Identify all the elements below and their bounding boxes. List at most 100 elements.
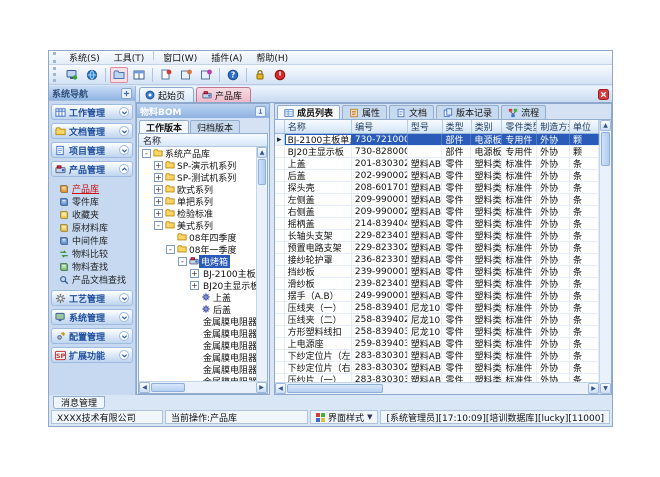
- cell-零件类型[interactable]: 标准件: [502, 182, 537, 193]
- table-vertical-scrollbar[interactable]: ▲ ▼: [599, 120, 611, 394]
- cell-类别[interactable]: 塑料类: [471, 350, 502, 361]
- bom-tab-归档版本[interactable]: 归档版本: [190, 120, 240, 133]
- doc-badge2-button[interactable]: [177, 67, 195, 83]
- cell-名称[interactable]: 上电源座: [285, 338, 352, 349]
- sidebar-pin-button[interactable]: [121, 88, 132, 99]
- sidebar-item-收藏夹[interactable]: 收藏夹: [51, 208, 133, 221]
- doc-badge-button[interactable]: [157, 67, 175, 83]
- menu-插件[interactable]: 插件(A): [204, 50, 249, 65]
- cell-名称[interactable]: 摇柄盖: [285, 218, 352, 229]
- document-tab-产品库[interactable]: 产品库: [196, 87, 251, 102]
- tree-node-SP-演示机系列[interactable]: +SP-演示机系列: [139, 159, 256, 171]
- table-row[interactable]: 探头壳208-601701-01E塑料ABS零件塑料类标准件外协条: [275, 182, 599, 194]
- cell-制造方式[interactable]: 外协: [537, 218, 570, 229]
- table-row[interactable]: 接纱轮护罩236-823301-00E塑料ABS零件塑料类标准件外协条: [275, 254, 599, 266]
- tree-node-上盖[interactable]: 上盖: [139, 291, 256, 303]
- cell-型号[interactable]: 塑料ABS: [408, 350, 443, 361]
- table-row[interactable]: 滑纱板239-823401-00E塑料ABS零件塑料类标准件外协条: [275, 278, 599, 290]
- column-header-制造方式[interactable]: 制造方式: [537, 120, 570, 133]
- sidebar-group-产品管理[interactable]: 产品管理: [51, 161, 133, 177]
- chevron-down-icon[interactable]: [119, 126, 129, 136]
- cell-型号[interactable]: 塑料ABS: [408, 254, 443, 265]
- table-row[interactable]: 压线夹（一）258-839401-00E尼龙1010零件塑料类标准件外协条: [275, 302, 599, 314]
- cell-编号[interactable]: 201-830302-00E: [352, 158, 408, 169]
- row-selector-gutter[interactable]: [275, 194, 285, 205]
- cell-名称[interactable]: 摆手（A.B）: [285, 290, 352, 301]
- cell-类型[interactable]: 零件: [442, 278, 471, 289]
- tree-expand-expand-icon[interactable]: +: [190, 269, 199, 278]
- chevron-down-icon[interactable]: [119, 331, 129, 341]
- cell-零件类型[interactable]: 标准件: [502, 170, 537, 181]
- cell-制造方式[interactable]: 外协: [537, 206, 570, 217]
- tree-node-金属膜电阻器[interactable]: 金属膜电阻器: [139, 339, 256, 351]
- cell-零件类型[interactable]: 标准件: [502, 362, 537, 373]
- cell-名称[interactable]: 后盖: [285, 170, 352, 181]
- table-row[interactable]: 压纱片（一）283-830303-00E塑料ABS零件塑料类标准件外协条: [275, 374, 599, 382]
- cell-编号[interactable]: 730-721000-12E: [352, 134, 408, 145]
- table-row[interactable]: 右侧盖209-990002-01E塑料ABS零件塑料类标准件外协条: [275, 206, 599, 218]
- tree-node-金属膜电阻器[interactable]: 金属膜电阻器: [139, 315, 256, 327]
- sidebar-group-工作管理[interactable]: 工作管理: [51, 104, 133, 120]
- tree-expand-expand-icon[interactable]: +: [154, 173, 163, 182]
- member-tab-流程[interactable]: 流程: [501, 105, 546, 119]
- cell-单位[interactable]: 颗: [570, 134, 599, 145]
- cell-编号[interactable]: 259-839403-00E: [352, 338, 408, 349]
- table-row[interactable]: BJ20主显示板730-828000-04E部件电源板专用件外协颗: [275, 146, 599, 158]
- table-row[interactable]: 上盖201-830302-00E塑料ABS零件塑料类标准件外协条: [275, 158, 599, 170]
- tree-column-header[interactable]: 名称: [139, 134, 267, 147]
- cell-制造方式[interactable]: 外协: [537, 146, 570, 157]
- row-selector-gutter[interactable]: [275, 266, 285, 277]
- cell-型号[interactable]: 尼龙1010: [408, 302, 443, 313]
- cell-零件类型[interactable]: 标准件: [502, 218, 537, 229]
- cell-类型[interactable]: 零件: [442, 338, 471, 349]
- column-header-零件类型[interactable]: 零件类型: [502, 120, 537, 133]
- cell-编号[interactable]: 258-839402-00E: [352, 314, 408, 325]
- chevron-down-icon[interactable]: [119, 312, 129, 322]
- cell-名称[interactable]: 方形塑料线扣: [285, 326, 352, 337]
- row-selector-gutter[interactable]: [275, 350, 285, 361]
- cell-类型[interactable]: 零件: [442, 182, 471, 193]
- cell-编号[interactable]: 283-830301-00E: [352, 350, 408, 361]
- row-selector-gutter[interactable]: [275, 158, 285, 169]
- sidebar-item-物料查找[interactable]: 物料查找: [51, 260, 133, 273]
- cell-名称[interactable]: BJ20主显示板: [285, 146, 352, 157]
- tree-horizontal-scrollbar[interactable]: ◀ ▶: [139, 381, 267, 393]
- cell-类别[interactable]: 塑料类: [471, 314, 502, 325]
- cell-类型[interactable]: 零件: [442, 302, 471, 313]
- cell-类别[interactable]: 塑料类: [471, 374, 502, 382]
- tree-expand-collapse-icon[interactable]: -: [142, 149, 151, 158]
- chevron-down-icon[interactable]: [119, 293, 129, 303]
- cell-单位[interactable]: 条: [570, 266, 599, 277]
- cell-型号[interactable]: 塑料ABS: [408, 362, 443, 373]
- cell-制造方式[interactable]: 外协: [537, 338, 570, 349]
- cell-型号[interactable]: 塑料ABS: [408, 218, 443, 229]
- tree-node-金属膜电阻器[interactable]: 金属膜电阻器: [139, 351, 256, 363]
- chevron-down-icon[interactable]: [119, 350, 129, 360]
- cell-名称[interactable]: 下纱定位片（右）: [285, 362, 352, 373]
- cell-零件类型[interactable]: 标准件: [502, 350, 537, 361]
- cell-单位[interactable]: 条: [570, 350, 599, 361]
- row-selector-gutter[interactable]: [275, 218, 285, 229]
- cell-零件类型[interactable]: 标准件: [502, 302, 537, 313]
- cell-单位[interactable]: 颗: [570, 146, 599, 157]
- cell-编号[interactable]: 236-823301-00E: [352, 254, 408, 265]
- tree-node-08年四季度[interactable]: 08年四季度: [139, 231, 256, 243]
- cell-型号[interactable]: 塑料ABS: [408, 374, 443, 382]
- cell-制造方式[interactable]: 外协: [537, 254, 570, 265]
- cell-制造方式[interactable]: 外协: [537, 158, 570, 169]
- cell-类型[interactable]: 零件: [442, 254, 471, 265]
- tree-node-SP-测试机系列[interactable]: +SP-测试机系列: [139, 171, 256, 183]
- scroll-down-arrow-icon[interactable]: ▼: [600, 383, 611, 394]
- cell-类别[interactable]: 塑料类: [471, 266, 502, 277]
- table-row[interactable]: ▸BJ-2100主板单点730-721000-12E部件电源板专用件外协颗: [275, 134, 599, 146]
- cell-类别[interactable]: 塑料类: [471, 242, 502, 253]
- table-row[interactable]: 方形塑料线扣258-839403-00E尼龙1010零件塑料类标准件外协条: [275, 326, 599, 338]
- cell-编号[interactable]: 283-830302-00E: [352, 362, 408, 373]
- cell-单位[interactable]: 条: [570, 242, 599, 253]
- scroll-left-arrow-icon[interactable]: ◀: [275, 383, 286, 394]
- cell-零件类型[interactable]: 专用件: [502, 146, 537, 157]
- cell-单位[interactable]: 条: [570, 374, 599, 382]
- cell-零件类型[interactable]: 标准件: [502, 266, 537, 277]
- cell-制造方式[interactable]: 外协: [537, 350, 570, 361]
- cell-类型[interactable]: 部件: [442, 134, 471, 145]
